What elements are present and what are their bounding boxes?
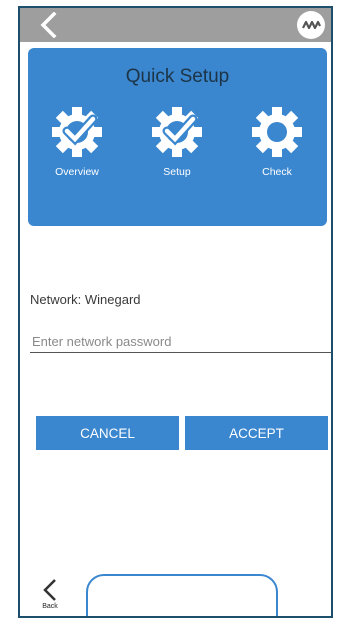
app-screen: Quick Setup Overview Setup Check Network…: [18, 6, 333, 618]
top-bar: [20, 8, 331, 42]
step-overview: Overview: [42, 106, 112, 178]
back-nav-button[interactable]: Back: [36, 578, 64, 616]
card-title: Quick Setup: [125, 66, 230, 87]
home-tab[interactable]: [86, 574, 278, 616]
chevron-left-icon: [43, 579, 56, 601]
step-check: Check: [242, 106, 312, 178]
network-password-input[interactable]: [30, 331, 331, 353]
step-label: Overview: [55, 166, 99, 178]
winegard-logo-icon: [297, 11, 325, 39]
gear-check-icon: [152, 107, 202, 157]
step-label: Check: [262, 166, 292, 178]
cancel-button[interactable]: CANCEL: [36, 416, 179, 450]
quick-setup-card: Quick Setup Overview Setup Check: [28, 48, 327, 226]
gear-check-icon: [52, 107, 102, 157]
step-label: Setup: [163, 166, 191, 178]
back-label: Back: [42, 603, 58, 610]
step-setup: Setup: [142, 106, 212, 178]
back-chevron-icon[interactable]: [36, 11, 62, 39]
gear-icon: [252, 107, 302, 157]
accept-button[interactable]: ACCEPT: [185, 416, 328, 450]
network-name-label: Network: Winegard: [30, 292, 141, 307]
